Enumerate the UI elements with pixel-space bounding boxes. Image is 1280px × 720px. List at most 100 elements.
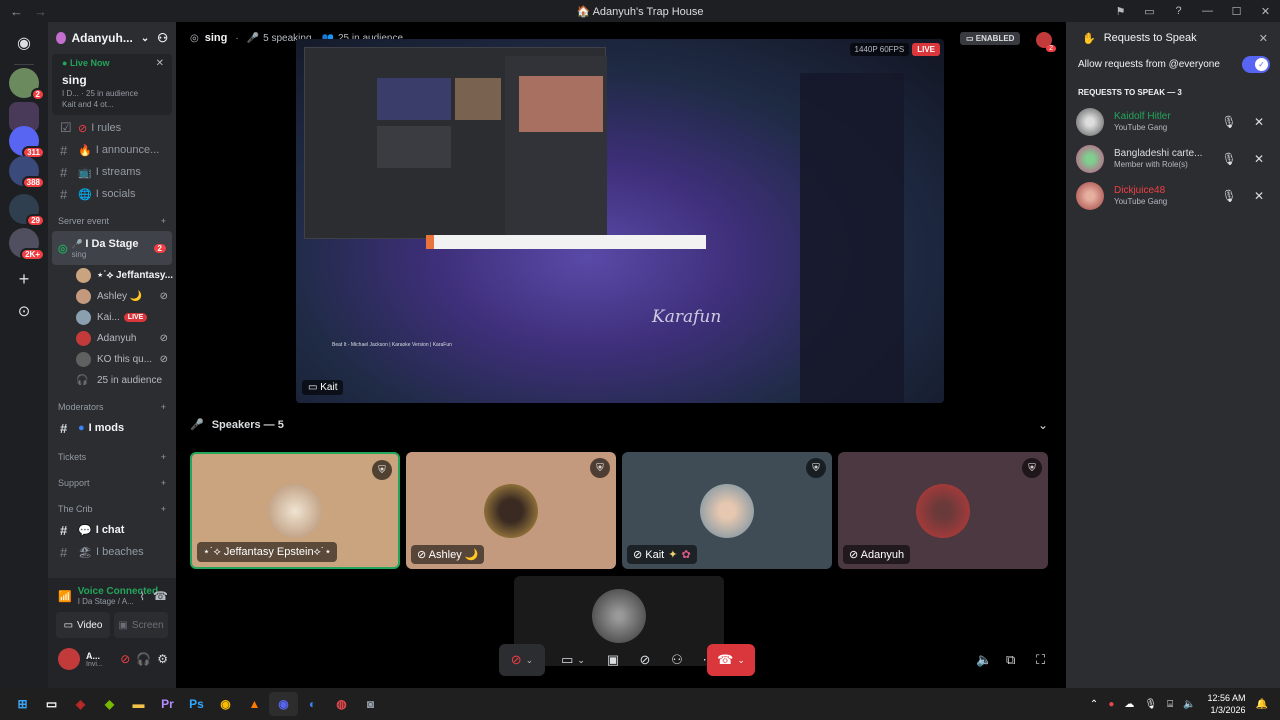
task-view-icon[interactable]: ▭ xyxy=(37,692,66,716)
stage-user[interactable]: Kai... LIVE xyxy=(48,307,176,328)
file-explorer-icon[interactable]: ▬ xyxy=(124,692,153,716)
channel-mods[interactable]: # ● I mods xyxy=(48,417,176,439)
tray-app-icon[interactable]: ● xyxy=(1108,699,1114,710)
dismiss-icon[interactable]: ✕ xyxy=(1250,115,1268,129)
notification-avatar[interactable]: 2 xyxy=(1036,32,1056,52)
channel-streams[interactable]: # 📺 I streams xyxy=(48,161,176,183)
chrome-icon[interactable]: ◉ xyxy=(211,692,240,716)
channel-beaches[interactable]: # 🏖 I beaches xyxy=(48,541,176,563)
explore-icon[interactable]: ⊙ xyxy=(9,296,39,326)
screen-share-stream[interactable]: Karafun Beat It - Michael Jackson | Kara… xyxy=(296,39,944,403)
stage-user[interactable]: Ashley 🌙 ⊘ xyxy=(48,286,176,307)
photoshop-icon[interactable]: Ps xyxy=(182,692,211,716)
channel-chat[interactable]: # 💬 I chat xyxy=(48,519,176,541)
invite-to-speak-icon[interactable]: 🎙 xyxy=(1220,189,1238,203)
network-icon[interactable]: ⌸ xyxy=(1167,699,1173,710)
stage-user[interactable]: ⋆˙⟡ Jeffantasy... xyxy=(48,265,176,286)
chevron-up-icon[interactable]: ⌃ xyxy=(1090,699,1098,710)
stage-user[interactable]: Adanyuh ⊘ xyxy=(48,328,176,349)
dismiss-icon[interactable]: ✕ xyxy=(1250,189,1268,203)
move-to-audience-button[interactable]: ⊘ xyxy=(629,652,661,668)
premiere-icon[interactable]: Pr xyxy=(153,692,182,716)
channel-rules[interactable]: ☑ ⊘ I rules xyxy=(48,117,176,139)
speaker-tile[interactable]: ⛨ ⊘ Kait ✦ ✿ xyxy=(622,452,832,569)
video-button[interactable]: ▭ Video xyxy=(56,612,110,638)
category-moderators[interactable]: Moderators + xyxy=(48,397,176,417)
close-window-button[interactable]: ✕ xyxy=(1251,5,1280,18)
user-avatar[interactable] xyxy=(58,648,80,670)
speaker-tile[interactable]: ⛨ ⊘ Adanyuh xyxy=(838,452,1048,569)
headphones-icon[interactable]: 🎧 xyxy=(136,652,151,666)
stage-user[interactable]: KO this qu... ⊘ xyxy=(48,349,176,370)
app-icon-gray[interactable]: ◙ xyxy=(356,692,385,716)
app-icon-blue[interactable]: ◐ xyxy=(298,692,327,716)
clock[interactable]: 12:56 AM 1/3/2026 xyxy=(1208,692,1246,716)
category-crib[interactable]: The Crib + xyxy=(48,499,176,519)
mic-tray-icon[interactable]: 🎙 xyxy=(1144,699,1157,710)
invite-to-speak-icon[interactable]: 🎙 xyxy=(1220,152,1238,166)
server-icon-1[interactable]: 2 xyxy=(9,68,45,101)
collapse-chevron-icon[interactable]: ⌄ xyxy=(1038,418,1048,432)
nvidia-icon[interactable]: ◆ xyxy=(95,692,124,716)
app-icon-orange[interactable]: ▲ xyxy=(240,692,269,716)
notification-bell-icon[interactable]: 🔔 xyxy=(1256,699,1268,710)
mic-muted-icon[interactable]: ⊘ xyxy=(120,652,130,666)
add-channel-icon[interactable]: + xyxy=(161,504,166,514)
category-support[interactable]: Support + xyxy=(48,473,176,493)
add-member-icon[interactable]: ⚇ xyxy=(157,31,168,45)
channel-announcements[interactable]: # 🔥 I announce... xyxy=(48,139,176,161)
maximize-button[interactable]: ☐ xyxy=(1222,5,1251,18)
close-icon[interactable]: ✕ xyxy=(1259,32,1268,45)
server-icon-6[interactable]: 2K+ xyxy=(9,228,45,261)
volume-icon[interactable]: 🔈 xyxy=(976,652,992,668)
app-icon-red[interactable]: ◍ xyxy=(327,692,356,716)
mute-button[interactable]: ⊘ ⌄ xyxy=(499,644,545,676)
volume-icon[interactable]: 🔈 xyxy=(1183,699,1195,710)
speaker-tile[interactable]: ⛨ ⋆˙⟡ Jeffantasy Epstein⟡˙⋆ xyxy=(190,452,400,569)
tray-app-icon[interactable]: ☁ xyxy=(1124,699,1134,710)
disconnect-icon[interactable]: ☎ xyxy=(153,589,168,603)
invite-to-speak-icon[interactable]: 🎙 xyxy=(1220,115,1238,129)
request-item[interactable]: Kaidolf Hitler YouTube Gang 🎙 ✕ xyxy=(1066,103,1280,140)
category-server-event[interactable]: Server event + xyxy=(48,211,176,231)
inbox-icon[interactable]: ▭ xyxy=(1135,5,1164,18)
allow-requests-toggle[interactable]: ✓ xyxy=(1242,55,1270,73)
flag-icon[interactable]: ⚑ xyxy=(1106,5,1135,18)
server-header[interactable]: Adanyuh... ⌄ ⚇ xyxy=(48,22,176,54)
app-icon[interactable]: ◈ xyxy=(66,692,95,716)
add-server-icon[interactable]: + xyxy=(9,264,39,294)
stage-channel[interactable]: ◎ 🎤 I Da Stage sing 2 xyxy=(52,231,172,265)
dismiss-icon[interactable]: ✕ xyxy=(1250,152,1268,166)
live-now-card[interactable]: ● Live Now ✕ sing I D... · 25 in audienc… xyxy=(52,54,172,115)
screen-button[interactable]: ▣ Screen xyxy=(114,612,168,638)
fullscreen-icon[interactable]: ⛶ xyxy=(1036,652,1045,668)
speaker-tile[interactable]: ⛨ ⊘ Ashley 🌙 xyxy=(406,452,616,569)
windows-start-icon[interactable]: ⊞ xyxy=(8,692,37,716)
audience-count-row[interactable]: 🎧 25 in audience xyxy=(48,370,176,391)
server-icon-5[interactable]: 29 xyxy=(9,194,45,227)
minimize-button[interactable]: — xyxy=(1193,5,1222,17)
voice-location[interactable]: I Da Stage / A... xyxy=(78,597,135,606)
add-channel-icon[interactable]: + xyxy=(161,216,166,226)
request-item[interactable]: Bangladeshi carte... Member with Role(s) … xyxy=(1066,140,1280,177)
forward-arrow-icon[interactable]: → xyxy=(34,4,48,19)
invite-button[interactable]: ⚇ xyxy=(661,652,693,668)
server-icon-3[interactable]: 311 xyxy=(9,126,45,159)
gear-icon[interactable]: ⚙ xyxy=(157,652,168,666)
add-channel-icon[interactable]: + xyxy=(161,402,166,412)
discord-home-icon[interactable]: ◉ xyxy=(9,28,39,58)
close-icon[interactable]: ✕ xyxy=(156,58,164,69)
back-arrow-icon[interactable]: ← xyxy=(10,4,24,19)
help-icon[interactable]: ? xyxy=(1164,5,1193,17)
discord-taskbar-icon[interactable]: ◉ xyxy=(269,692,298,716)
leave-stage-button[interactable]: ☎ ⌄ xyxy=(707,644,755,676)
add-channel-icon[interactable]: + xyxy=(161,478,166,488)
channel-socials[interactable]: # 🌐 I socials xyxy=(48,183,176,205)
camera-button[interactable]: ▭ ⌄ xyxy=(553,644,593,676)
noise-suppression-icon[interactable]: ⌇ xyxy=(139,589,145,603)
server-icon-4[interactable]: 388 xyxy=(9,156,45,189)
add-channel-icon[interactable]: + xyxy=(161,452,166,462)
request-item[interactable]: Dickjuice48 YouTube Gang 🎙 ✕ xyxy=(1066,177,1280,214)
popout-icon[interactable]: ⧉ xyxy=(1006,652,1015,668)
screen-share-button[interactable]: ▣ xyxy=(597,652,629,668)
